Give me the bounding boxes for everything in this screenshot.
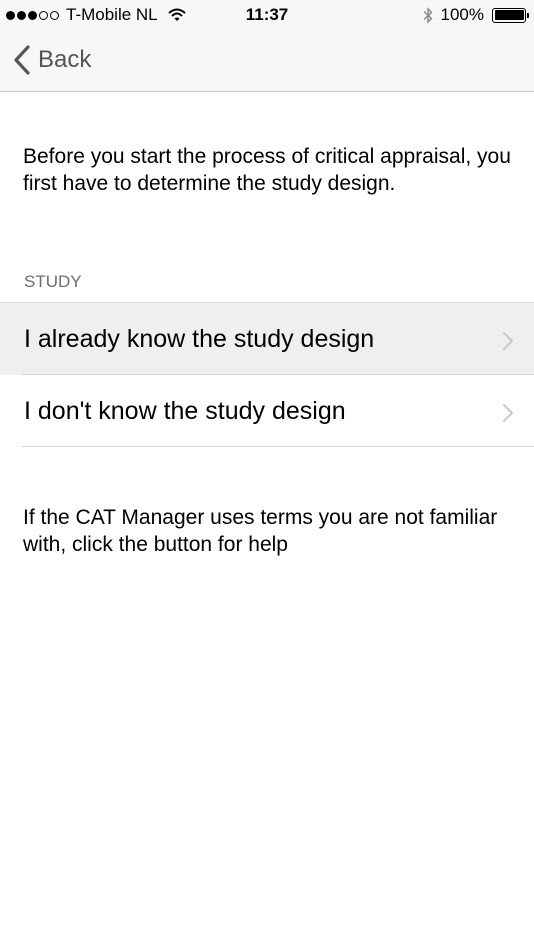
navigation-bar: Back <box>0 30 534 92</box>
bluetooth-icon <box>423 6 433 24</box>
option-dont-know-study-design[interactable]: I don't know the study design <box>0 375 534 447</box>
back-button[interactable]: Back <box>12 44 91 76</box>
battery-percentage: 100% <box>440 5 484 24</box>
battery-icon <box>492 7 529 23</box>
chevron-right-icon <box>503 404 513 422</box>
chevron-left-icon <box>14 45 30 75</box>
option-label: I don't know the study design <box>24 396 346 425</box>
section-header-study: STUDY <box>24 272 82 291</box>
study-options-table: I already know the study design I don't … <box>0 302 534 447</box>
back-button-label: Back <box>38 46 92 73</box>
battery-fill <box>494 10 524 20</box>
status-bar: T-Mobile NL 11:37 100% <box>0 0 534 30</box>
option-label: I already know the study design <box>24 324 375 353</box>
status-right: 100% <box>423 5 529 25</box>
row-separator <box>22 446 534 447</box>
option-know-study-design[interactable]: I already know the study design <box>0 303 534 375</box>
help-text: If the CAT Manager uses terms you are no… <box>23 506 498 556</box>
intro-text: Before you start the process of critical… <box>23 145 511 195</box>
chevron-right-icon <box>503 332 513 350</box>
